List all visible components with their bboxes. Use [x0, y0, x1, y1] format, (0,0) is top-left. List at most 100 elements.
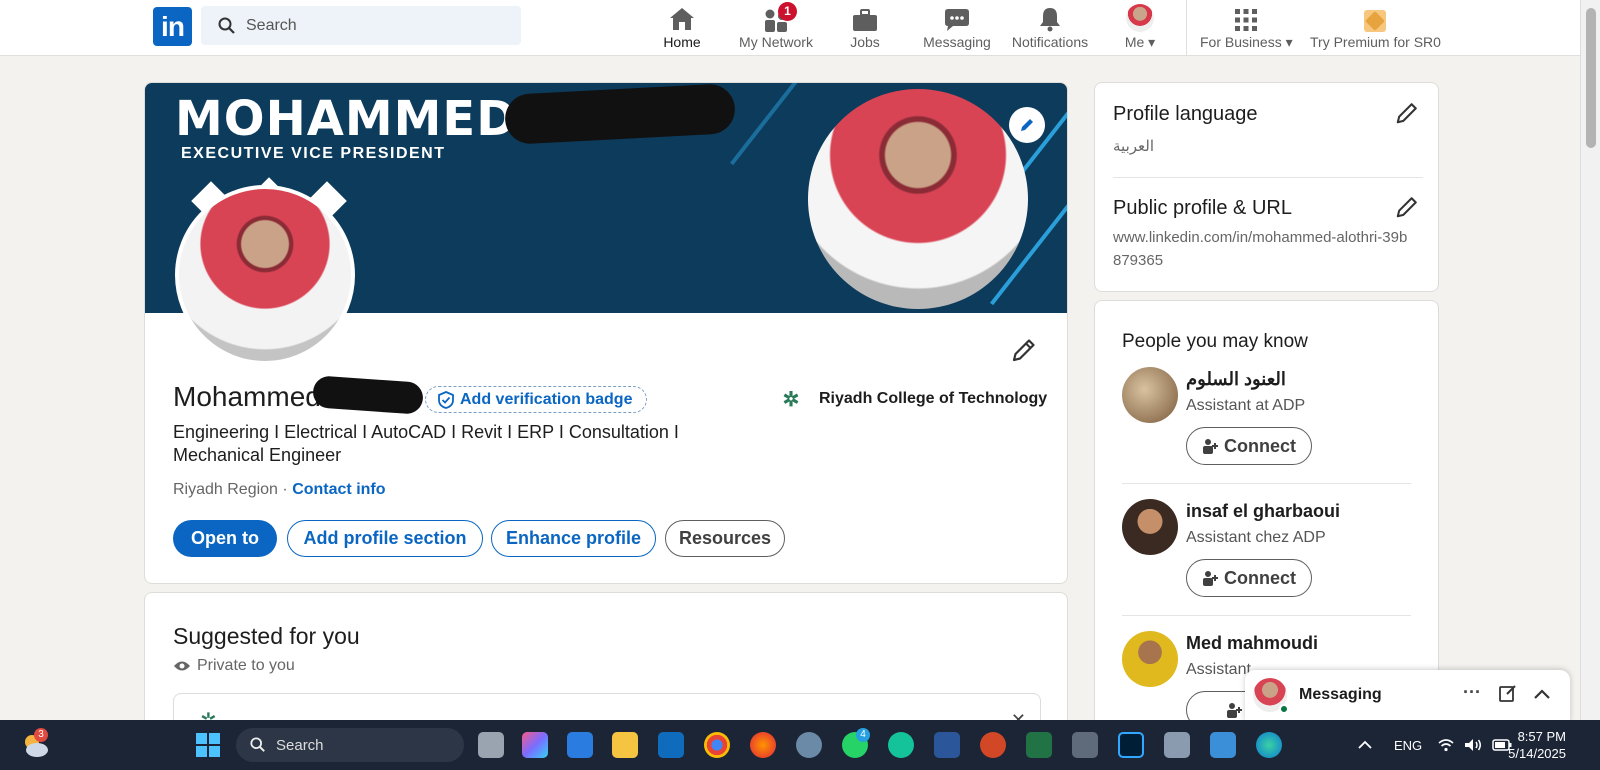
- eye-icon: [174, 661, 190, 671]
- search-input[interactable]: [246, 6, 506, 45]
- suggested-subtitle: Private to you: [197, 657, 295, 674]
- file-explorer-icon[interactable]: [612, 732, 638, 758]
- system-tray[interactable]: [1438, 720, 1512, 770]
- nav-for-business-label: For Business ▾: [1200, 34, 1293, 50]
- person-title: Assistant chez ADP: [1186, 529, 1326, 546]
- taskbar-search[interactable]: Search: [236, 728, 464, 762]
- page-scrollbar[interactable]: [1580, 0, 1600, 720]
- online-indicator: [1279, 704, 1289, 714]
- messaging-overlay[interactable]: Messaging ···: [1245, 670, 1570, 722]
- profile-name: Mohammed: [173, 381, 321, 412]
- shield-check-icon: [438, 390, 454, 409]
- add-verification-badge-button[interactable]: Add verification badge: [425, 386, 648, 413]
- health-app-icon[interactable]: [567, 732, 593, 758]
- copilot-icon[interactable]: [522, 732, 548, 758]
- resources-button[interactable]: Resources: [665, 520, 785, 557]
- scrollbar-thumb[interactable]: [1586, 8, 1596, 148]
- network-badge: 1: [778, 2, 797, 21]
- windows-start-icon[interactable]: [196, 733, 220, 757]
- more-options-icon[interactable]: ···: [1463, 682, 1481, 703]
- nav-my-network[interactable]: 1 My Network: [735, 0, 817, 56]
- clock-time: 8:57 PM: [1517, 729, 1566, 744]
- person-avatar[interactable]: [1122, 367, 1178, 423]
- edge-icon[interactable]: [1256, 732, 1282, 758]
- person-avatar[interactable]: [1122, 499, 1178, 555]
- firefox-icon[interactable]: [750, 732, 776, 758]
- word-icon[interactable]: [934, 732, 960, 758]
- search-icon: [218, 17, 235, 34]
- chevron-up-icon[interactable]: [1533, 688, 1551, 700]
- person-name[interactable]: Med mahmoudi: [1186, 633, 1318, 654]
- powerpoint-icon[interactable]: [980, 732, 1006, 758]
- chrome-icon[interactable]: [704, 732, 730, 758]
- calculator-icon[interactable]: [1072, 732, 1098, 758]
- task-view-icon[interactable]: [478, 732, 504, 758]
- verify-label: Add verification badge: [460, 390, 633, 408]
- add-person-icon: [1203, 571, 1218, 586]
- nav-my-network-label: My Network: [739, 34, 813, 50]
- public-profile-url[interactable]: www.linkedin.com/in/mohammed-alothri-39b…: [1113, 226, 1413, 272]
- add-person-icon: [1227, 703, 1242, 718]
- bell-icon: [1040, 8, 1060, 32]
- app-icon[interactable]: [796, 732, 822, 758]
- top-nav: in Home 1 My Network Jobs Messaging Noti…: [0, 0, 1580, 56]
- nav-me[interactable]: Me ▾: [1120, 0, 1160, 56]
- taskbar-search-label: Search: [276, 736, 324, 754]
- profile-avatar[interactable]: [175, 185, 355, 365]
- app-icon[interactable]: [1210, 732, 1236, 758]
- nav-for-business[interactable]: For Business ▾: [1200, 0, 1293, 56]
- edit-language-pencil-icon[interactable]: [1395, 101, 1419, 125]
- compose-icon[interactable]: [1499, 684, 1517, 702]
- connect-button[interactable]: Connect: [1186, 559, 1312, 597]
- language-indicator[interactable]: ENG: [1394, 720, 1422, 770]
- nav-premium[interactable]: Try Premium for SR0: [1310, 0, 1441, 56]
- nav-notifications[interactable]: Notifications: [1009, 0, 1091, 56]
- home-icon: [670, 8, 694, 30]
- divider: [1122, 483, 1411, 484]
- nav-notifications-label: Notifications: [1011, 34, 1089, 50]
- profile-education[interactable]: ✲ Riyadh College of Technology: [775, 383, 1048, 415]
- taskbar-clock[interactable]: 8:57 PM 5/14/2025: [1508, 728, 1566, 762]
- add-profile-section-button[interactable]: Add profile section: [287, 520, 483, 557]
- person-name[interactable]: العنود السلوم: [1186, 369, 1286, 390]
- nav-messaging[interactable]: Messaging: [923, 0, 991, 56]
- grid-icon: [1235, 9, 1257, 31]
- search-box[interactable]: [201, 6, 521, 45]
- grammarly-icon[interactable]: [888, 732, 914, 758]
- suggested-card: Suggested for you Private to you ✲ ✕: [144, 592, 1068, 732]
- nav-jobs[interactable]: Jobs: [848, 0, 882, 56]
- school-logo-icon: ✲: [782, 388, 800, 411]
- briefcase-icon: [853, 9, 877, 31]
- pencil-icon: [1021, 119, 1033, 131]
- banner-title: EXECUTIVE VICE PRESIDENT: [181, 145, 446, 162]
- wifi-icon: [1438, 739, 1454, 752]
- me-avatar: [1126, 4, 1154, 32]
- excel-icon[interactable]: [1026, 732, 1052, 758]
- pymk-title: People you may know: [1122, 331, 1308, 352]
- edit-intro-pencil-icon[interactable]: [1011, 337, 1037, 363]
- photoshop-icon[interactable]: [1118, 732, 1144, 758]
- enhance-profile-button[interactable]: Enhance profile: [491, 520, 656, 557]
- nav-home[interactable]: Home: [660, 0, 704, 56]
- contact-info-link[interactable]: Contact info: [292, 481, 385, 498]
- connect-button[interactable]: Connect: [1186, 427, 1312, 465]
- linkedin-logo[interactable]: in: [153, 7, 192, 46]
- person-avatar[interactable]: [1122, 631, 1178, 687]
- person-title: Assistant at ADP: [1186, 397, 1306, 414]
- chevron-down-icon: ▾: [1285, 34, 1293, 50]
- chevron-up-icon: [1358, 740, 1372, 749]
- profile-headline: Engineering I Electrical I AutoCAD I Rev…: [173, 422, 679, 465]
- profile-location: Riyadh Region: [173, 481, 278, 498]
- edit-banner-button[interactable]: [1009, 107, 1045, 143]
- outlook-icon[interactable]: [658, 732, 684, 758]
- divider: [1113, 177, 1423, 178]
- messaging-label: Messaging: [1299, 686, 1382, 703]
- nav-me-label: Me ▾: [1124, 34, 1156, 50]
- add-person-icon: [1203, 439, 1218, 454]
- open-to-button[interactable]: Open to: [173, 520, 277, 557]
- edit-url-pencil-icon[interactable]: [1395, 195, 1419, 219]
- person-name[interactable]: insaf el gharbaoui: [1186, 501, 1340, 522]
- app-icon[interactable]: [1164, 732, 1190, 758]
- show-hidden-icons[interactable]: [1358, 720, 1372, 770]
- profile-card: MOHAMMED EXECUTIVE VICE PRESIDENT Mohamm…: [144, 82, 1068, 584]
